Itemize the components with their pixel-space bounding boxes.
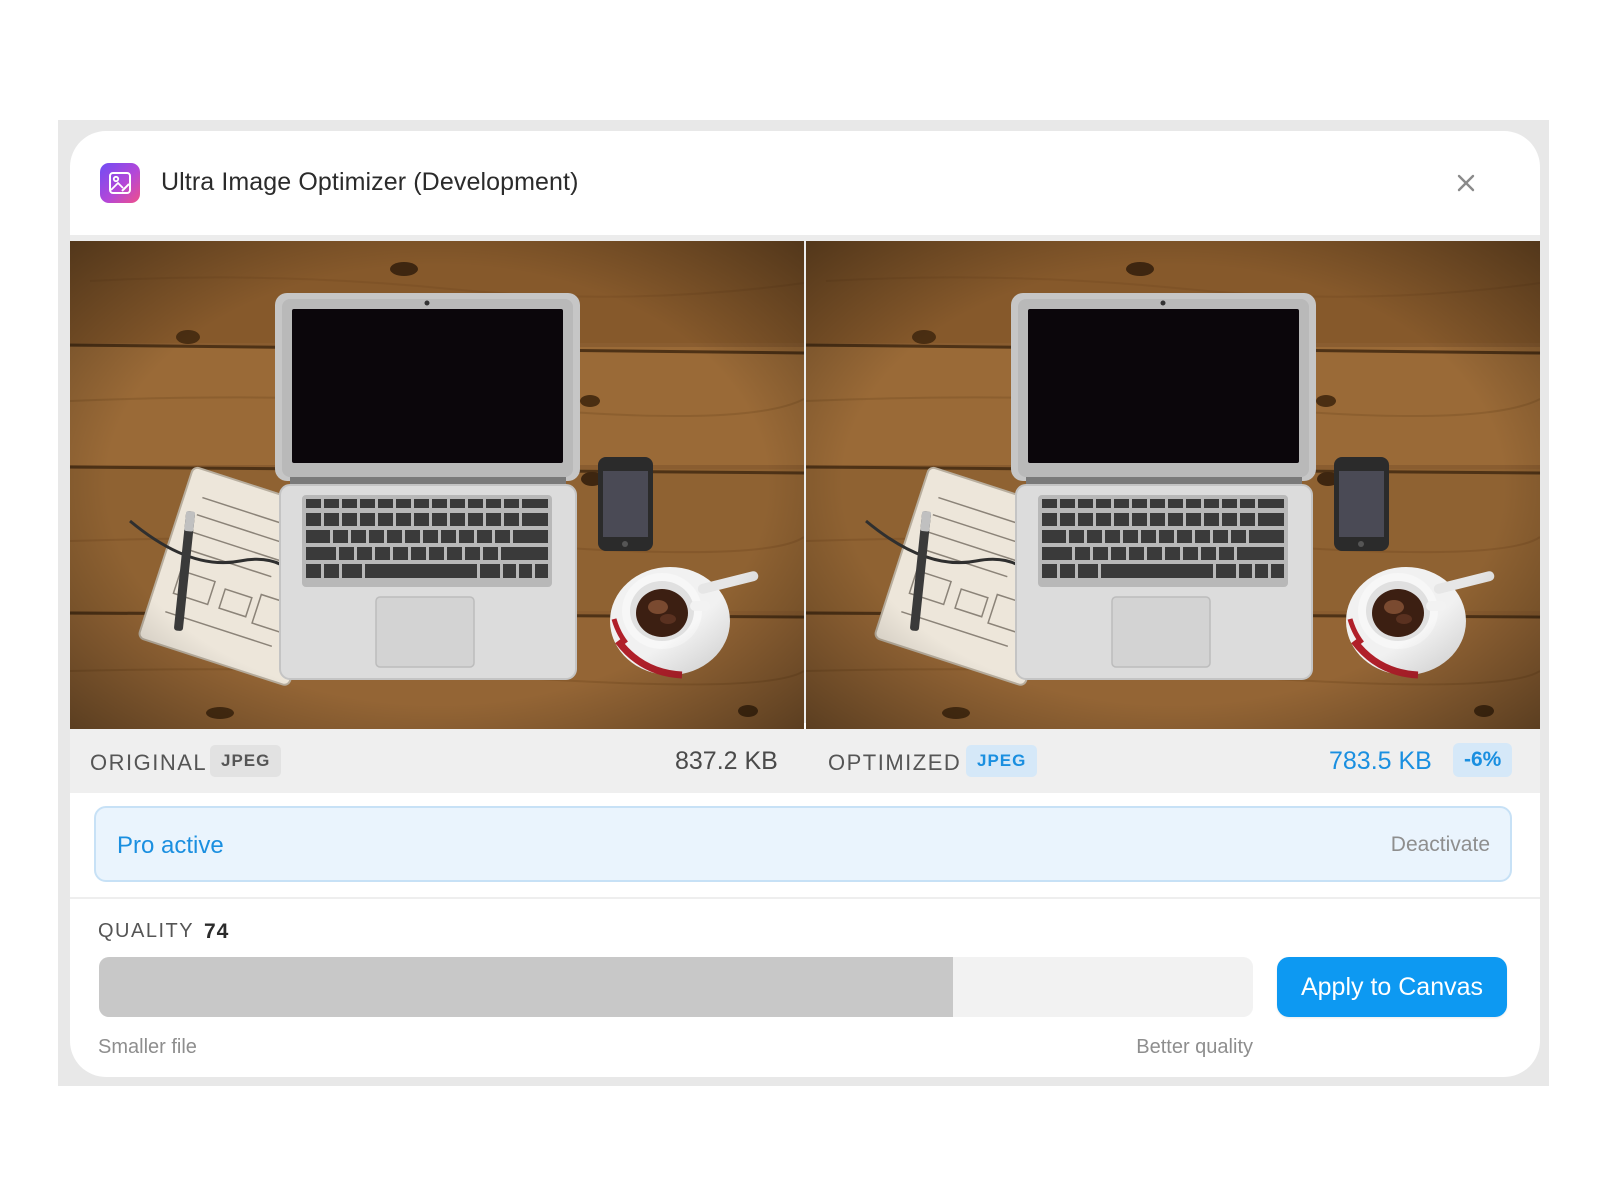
quality-slider-fill xyxy=(99,957,953,1017)
apply-to-canvas-button[interactable]: Apply to Canvas xyxy=(1277,957,1507,1017)
better-quality-hint: Better quality xyxy=(1136,1036,1253,1058)
optimized-size: 783.5 KB xyxy=(1329,747,1432,775)
pro-status-label: Pro active xyxy=(117,832,224,859)
optimized-image xyxy=(806,241,1540,729)
optimized-format-badge: JPEG xyxy=(966,745,1038,777)
optimizer-dialog: Ultra Image Optimizer (Development) ORIG… xyxy=(70,131,1540,1077)
close-icon[interactable] xyxy=(1450,167,1482,199)
deactivate-link[interactable]: Deactivate xyxy=(1391,833,1490,857)
size-info-bar: ORIGINAL JPEG 837.2 KB OPTIMIZED JPEG 78… xyxy=(70,729,1540,793)
pro-status-banner: Pro active Deactivate xyxy=(94,806,1512,882)
quality-slider[interactable] xyxy=(99,957,1253,1017)
original-label: ORIGINAL xyxy=(90,750,208,775)
size-change-badge: -6% xyxy=(1453,743,1513,777)
smaller-file-hint: Smaller file xyxy=(98,1036,197,1058)
original-image xyxy=(70,241,804,729)
image-comparison xyxy=(70,235,1540,723)
divider xyxy=(70,897,1540,899)
original-size: 837.2 KB xyxy=(675,747,778,775)
app-title: Ultra Image Optimizer (Development) xyxy=(161,168,579,196)
optimized-label: OPTIMIZED xyxy=(828,750,962,775)
quality-value: 74 xyxy=(204,920,230,943)
dialog-header: Ultra Image Optimizer (Development) xyxy=(70,131,1540,231)
image-edit-icon xyxy=(100,163,140,203)
original-format-badge: JPEG xyxy=(210,745,282,777)
quality-label: QUALITY xyxy=(98,920,195,942)
